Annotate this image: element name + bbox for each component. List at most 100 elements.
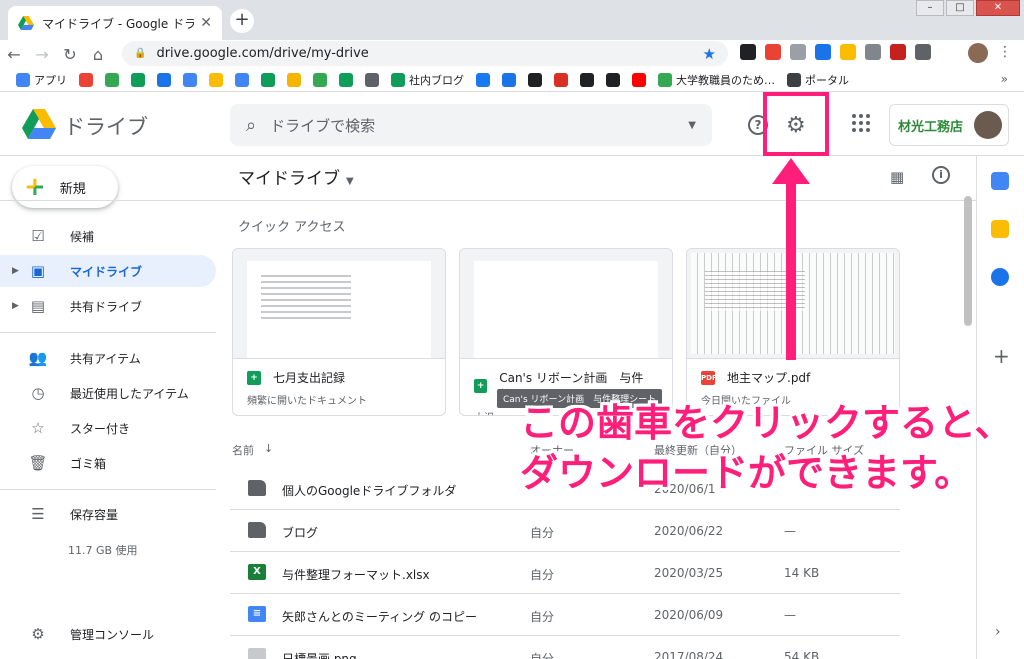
drive-logo-icon[interactable] bbox=[22, 109, 56, 139]
extension-icon[interactable] bbox=[790, 44, 806, 60]
extension-icon[interactable] bbox=[865, 44, 881, 60]
bookmark-item[interactable] bbox=[261, 72, 275, 87]
bookmark-item[interactable] bbox=[287, 72, 301, 87]
reload-icon[interactable]: ↻ bbox=[56, 45, 84, 64]
profile-avatar[interactable] bbox=[968, 43, 988, 63]
bookmark-item[interactable]: アプリ bbox=[16, 72, 67, 88]
calendar-icon[interactable] bbox=[991, 172, 1009, 190]
expand-caret-icon[interactable]: ▶ bbox=[12, 266, 19, 276]
add-addon-icon[interactable]: + bbox=[993, 344, 1010, 368]
bookmark-item[interactable] bbox=[105, 72, 119, 87]
extensions-area bbox=[740, 44, 931, 60]
bookmark-item[interactable] bbox=[606, 72, 620, 87]
tab-close-icon[interactable]: ✕ bbox=[200, 15, 212, 31]
search-icon[interactable]: ⌕ bbox=[246, 115, 256, 136]
expand-caret-icon[interactable]: ▶ bbox=[12, 301, 19, 311]
bookmark-item[interactable] bbox=[313, 72, 327, 87]
browser-tab[interactable]: マイドライブ - Google ドライブ ✕ bbox=[8, 6, 222, 40]
bookmarks-more-icon[interactable]: » bbox=[1001, 72, 1008, 86]
grid-view-icon[interactable]: ▦ bbox=[890, 168, 904, 186]
bookmark-favicon-icon bbox=[235, 72, 249, 87]
bookmark-favicon-icon bbox=[391, 72, 405, 87]
sidebar-item-label: 共有アイテム bbox=[70, 351, 141, 366]
bookmark-item[interactable]: 大学教職員のため… bbox=[658, 72, 775, 88]
forward-icon[interactable]: → bbox=[28, 45, 56, 64]
sidebar-item-label: 保存容量 bbox=[70, 507, 119, 522]
maximize-button[interactable]: □ bbox=[946, 0, 974, 16]
sidebar: + 新規 ☑ 候補 ▶ ▣ マイドライブ ▶ ▤ 共有ドライブ 👥 共有アイテム… bbox=[0, 156, 230, 659]
breadcrumb[interactable]: マイドライブ ▼ bbox=[238, 164, 354, 189]
bookmark-item[interactable] bbox=[209, 72, 223, 87]
drive-brand-title[interactable]: ドライブ bbox=[64, 111, 148, 141]
bookmark-star-icon[interactable]: ★ bbox=[703, 45, 716, 63]
sidebar-item-label: ゴミ箱 bbox=[70, 456, 107, 471]
bookmark-item[interactable] bbox=[365, 72, 379, 87]
search-options-icon[interactable]: ▼ bbox=[688, 120, 696, 131]
extension-icon[interactable] bbox=[740, 44, 756, 60]
table-row[interactable]: X 与件整理フォーマット.xlsx 自分 2020/03/25 14 KB bbox=[230, 552, 900, 594]
main-scrollbar[interactable] bbox=[964, 196, 972, 326]
bookmark-item[interactable] bbox=[554, 72, 568, 87]
table-row[interactable]: 日標景画.png 自分 2017/08/24 54 KB bbox=[230, 636, 900, 659]
check-box-icon: ☑ bbox=[31, 227, 45, 245]
sidebar-item-shared-with-me[interactable]: 👥 共有アイテム bbox=[0, 342, 216, 374]
keep-icon[interactable] bbox=[991, 220, 1009, 238]
url-text: drive.google.com/drive/my-drive bbox=[156, 46, 369, 61]
search-box[interactable]: ⌕ ドライブで検索 ▼ bbox=[230, 104, 712, 146]
bookmark-label: 大学教職員のため… bbox=[676, 73, 775, 87]
bookmark-item[interactable] bbox=[339, 72, 353, 87]
new-button[interactable]: + 新規 bbox=[12, 166, 118, 208]
bookmark-item[interactable] bbox=[580, 72, 594, 87]
address-bar[interactable]: 🔒 drive.google.com/drive/my-drive ★ bbox=[122, 41, 728, 66]
chevron-right-icon[interactable]: › bbox=[995, 624, 1001, 640]
info-icon[interactable]: i bbox=[932, 166, 950, 184]
account-switcher[interactable]: 材光工務店 bbox=[889, 104, 1009, 146]
quick-access-card[interactable]: + 七月支出記録 頻繁に開いたドキュメント bbox=[232, 248, 446, 416]
sidebar-item-trash[interactable]: 🗑 ゴミ箱 bbox=[0, 447, 216, 479]
sidebar-item-recent[interactable]: ◷ 最近使用したアイテム bbox=[0, 377, 216, 409]
sidebar-item-suggested[interactable]: ☑ 候補 bbox=[0, 220, 216, 252]
bookmark-item[interactable] bbox=[183, 72, 197, 87]
bookmark-item[interactable]: ポータル bbox=[787, 72, 849, 88]
excel-icon: X bbox=[248, 564, 266, 580]
bookmark-item[interactable]: 社内ブログ bbox=[391, 72, 464, 88]
new-tab-button[interactable]: + bbox=[230, 9, 254, 33]
bookmark-item[interactable] bbox=[131, 72, 145, 87]
tasks-icon[interactable] bbox=[991, 268, 1009, 286]
bookmark-item[interactable] bbox=[502, 72, 516, 87]
sort-arrow-icon[interactable]: ↓ bbox=[264, 442, 273, 455]
bookmark-item[interactable] bbox=[476, 72, 490, 87]
bookmark-item[interactable] bbox=[632, 72, 646, 87]
minimize-button[interactable]: – bbox=[916, 0, 944, 16]
sidebar-item-shared-drives[interactable]: ▶ ▤ 共有ドライブ bbox=[0, 290, 216, 322]
table-row[interactable]: ブログ 自分 2020/06/22 — bbox=[230, 510, 900, 552]
extension-icon[interactable] bbox=[840, 44, 856, 60]
annotation-line-2: ダウンロードができます。 bbox=[520, 451, 973, 495]
new-button-label: 新規 bbox=[59, 181, 86, 197]
bookmark-item[interactable] bbox=[235, 72, 249, 87]
home-icon[interactable]: ⌂ bbox=[84, 45, 112, 64]
gmail-extension-icon[interactable] bbox=[765, 44, 781, 60]
sidebar-item-storage[interactable]: ☰ 保存容量 bbox=[0, 498, 216, 530]
browser-titlebar: マイドライブ - Google ドライブ ✕ + – □ ✕ bbox=[0, 0, 1024, 40]
column-name[interactable]: 名前 bbox=[232, 442, 254, 458]
extension-icon[interactable] bbox=[815, 44, 831, 60]
bookmark-item[interactable] bbox=[157, 72, 171, 87]
extension-icon[interactable] bbox=[890, 44, 906, 60]
puzzle-icon[interactable] bbox=[915, 44, 931, 60]
apps-grid-icon[interactable] bbox=[852, 114, 870, 132]
bookmark-item[interactable] bbox=[79, 72, 93, 87]
bookmark-item[interactable] bbox=[528, 72, 542, 87]
sidebar-item-label: 最近使用したアイテム bbox=[70, 386, 189, 401]
sidebar-item-my-drive[interactable]: ▶ ▣ マイドライブ bbox=[0, 255, 216, 287]
browser-menu-icon[interactable]: ⋮ bbox=[998, 44, 1012, 60]
search-input[interactable]: ドライブで検索 bbox=[270, 115, 688, 136]
sidebar-item-admin-console[interactable]: ⚙ 管理コンソール bbox=[0, 618, 216, 650]
avatar[interactable] bbox=[974, 111, 1002, 139]
window-close-button[interactable]: ✕ bbox=[976, 0, 1020, 16]
sidebar-item-starred[interactable]: ☆ スター付き bbox=[0, 412, 216, 444]
back-icon[interactable]: ← bbox=[0, 45, 28, 64]
header-divider bbox=[0, 200, 976, 201]
table-row[interactable]: ≡ 矢郎さんとのミーティング のコピー 自分 2020/06/09 — bbox=[230, 594, 900, 636]
row-file-name: 矢郎さんとのミーティング のコピー bbox=[282, 610, 477, 624]
